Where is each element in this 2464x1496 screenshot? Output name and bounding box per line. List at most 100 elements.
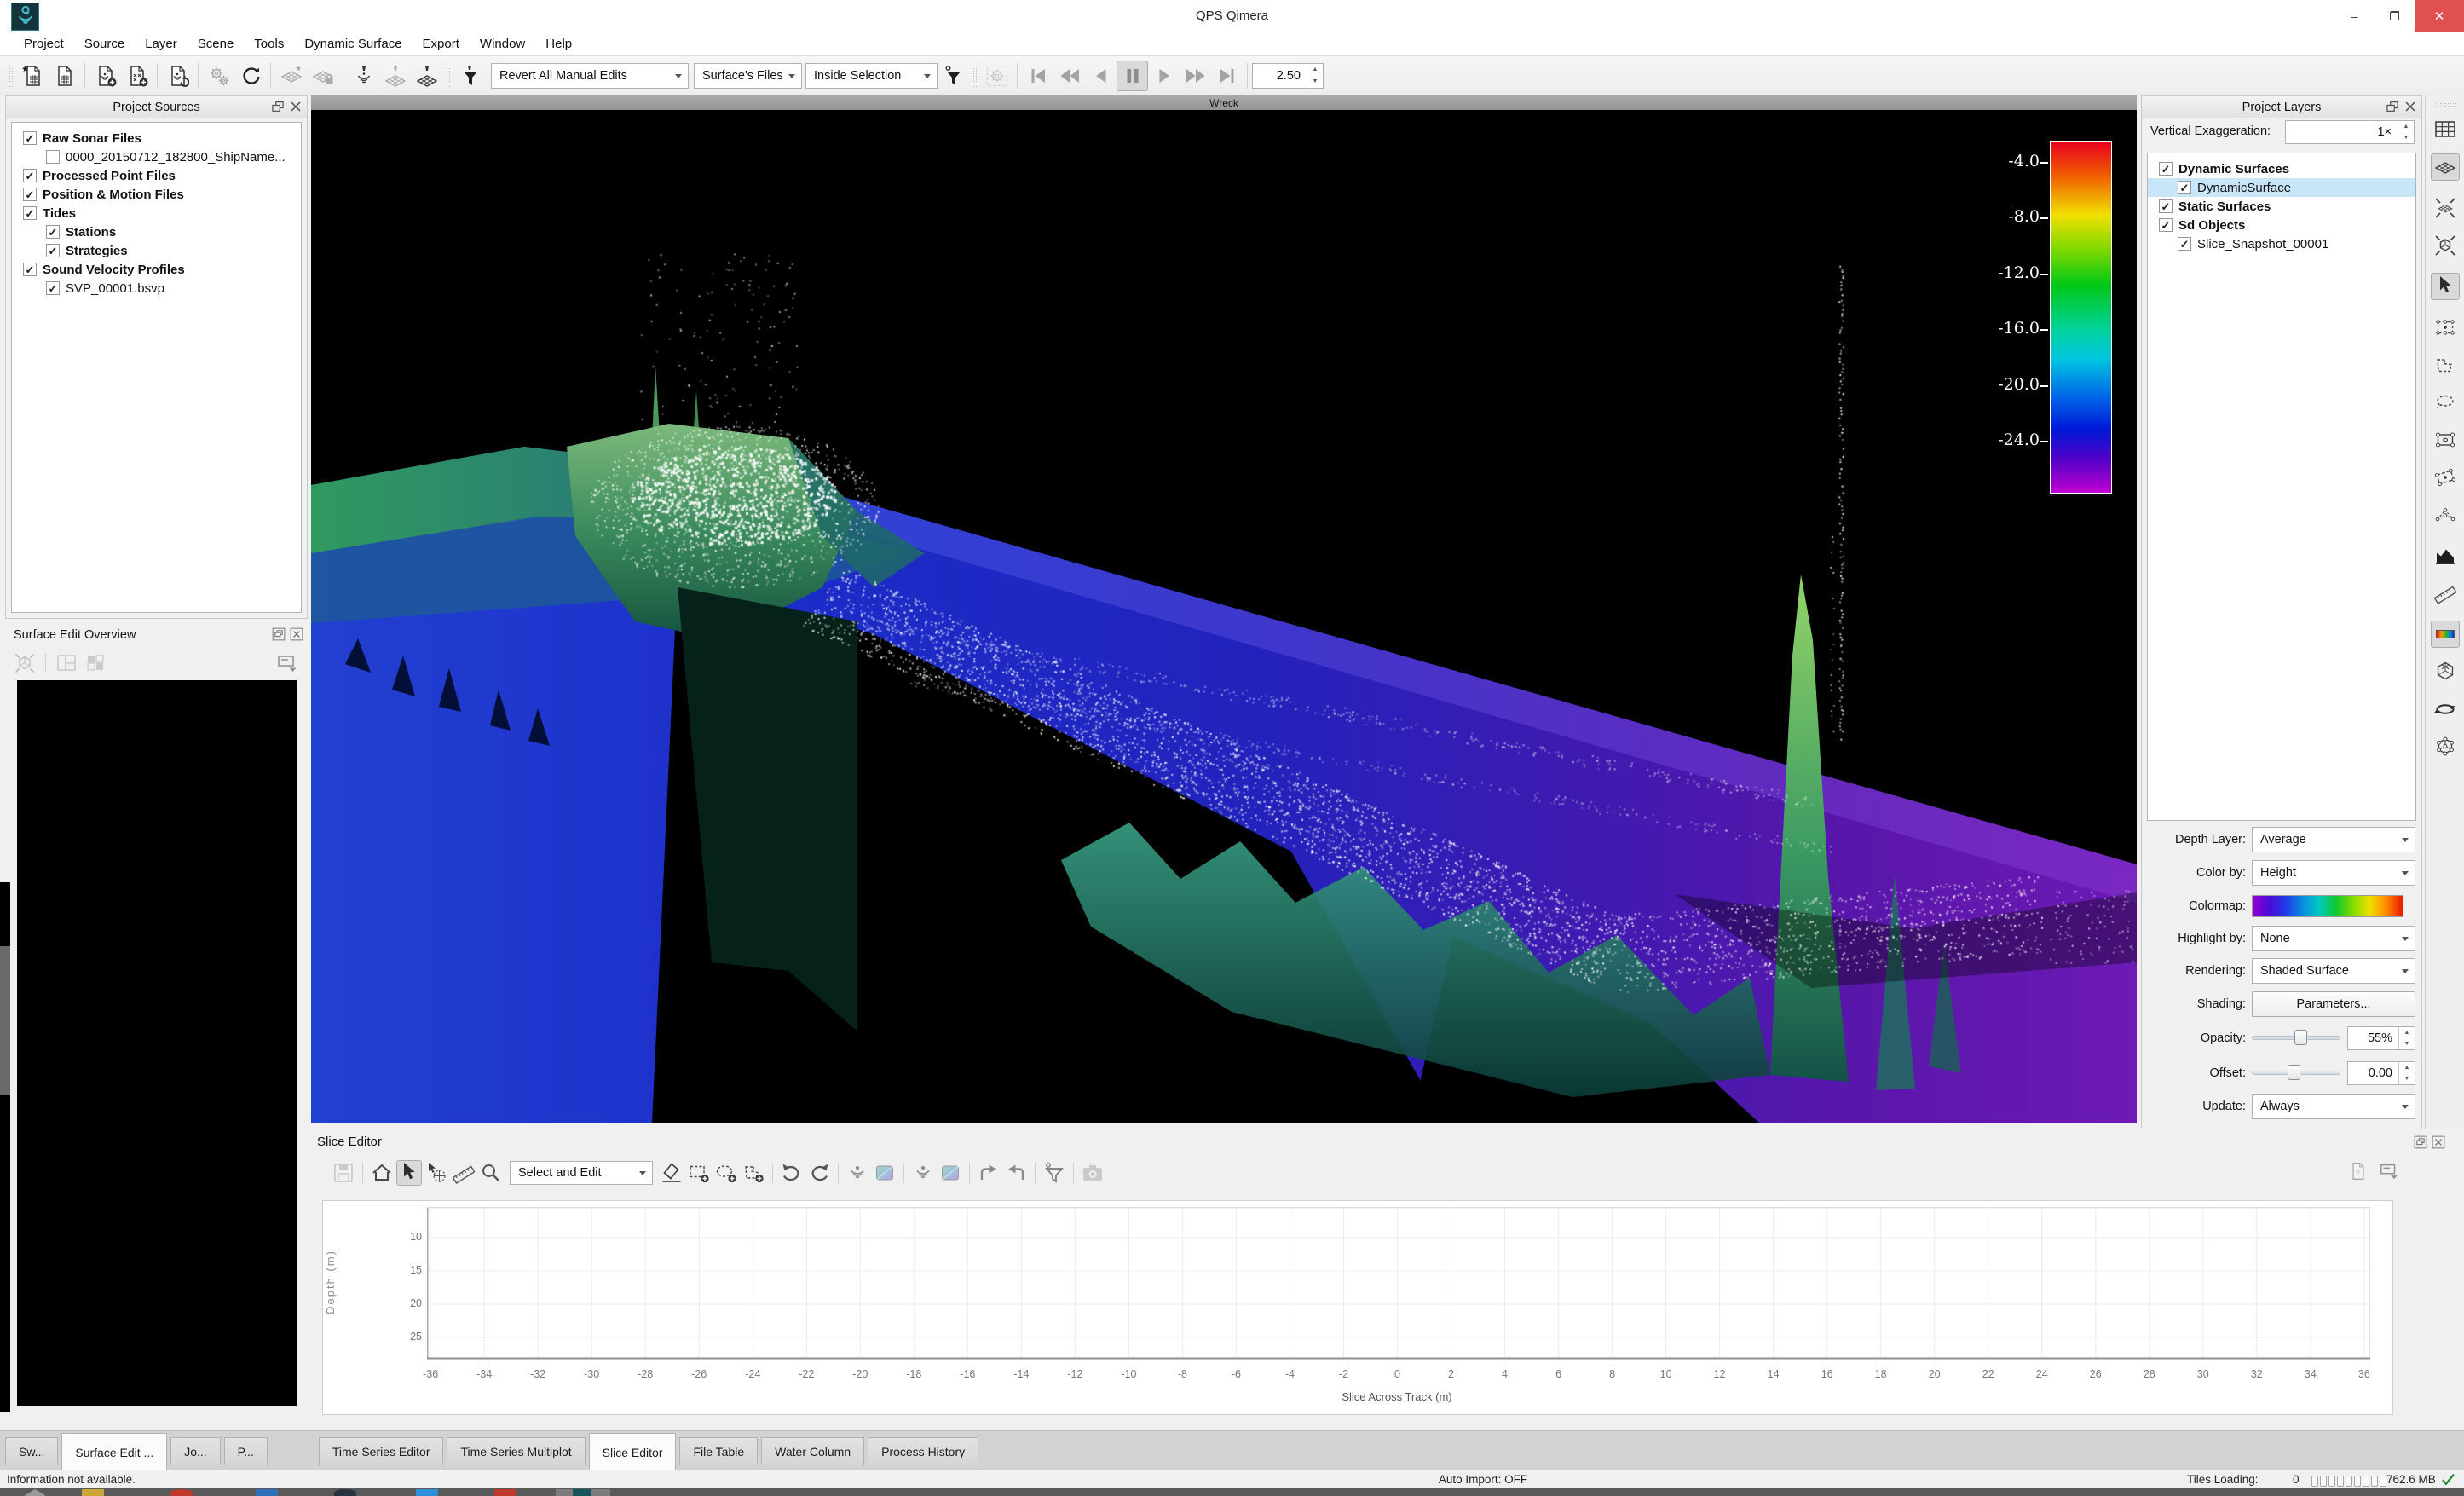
add-processed-points-icon[interactable] xyxy=(121,61,153,91)
checkbox[interactable]: ✓ xyxy=(2178,237,2191,251)
process-settings-icon[interactable] xyxy=(203,61,234,91)
taskbar-app-icon[interactable] xyxy=(494,1489,516,1496)
help-icon[interactable]: ? xyxy=(2349,1161,2368,1181)
next-slice-icon[interactable] xyxy=(976,1160,1001,1186)
checkbox[interactable]: ✓ xyxy=(23,131,37,145)
tree-item-processed-point-files[interactable]: ✓Processed Point Files xyxy=(12,166,301,185)
close-panel-icon[interactable] xyxy=(290,627,303,641)
pointer-tool-icon[interactable] xyxy=(2431,273,2460,300)
checkbox[interactable]: ✓ xyxy=(46,281,60,295)
checkbox[interactable]: ✓ xyxy=(46,225,60,239)
step-back-icon[interactable] xyxy=(1085,61,1117,91)
plane-tool-icon[interactable] xyxy=(2431,426,2460,453)
tree-item-svp-file[interactable]: ✓SVP_00001.bsvp xyxy=(12,279,301,297)
menu-help[interactable]: Help xyxy=(535,33,582,55)
edit-soundings-icon[interactable] xyxy=(348,61,379,91)
tree-item-stations[interactable]: ✓Stations xyxy=(12,222,301,241)
edit-surface-icon[interactable] xyxy=(411,61,442,91)
menu-scene[interactable]: Scene xyxy=(188,33,245,55)
opacity-spinner[interactable]: 55% ▲▼ xyxy=(2347,1026,2415,1050)
zoom-to-extents-icon[interactable] xyxy=(2431,232,2460,259)
update-combo[interactable]: Always xyxy=(2252,1094,2415,1119)
pick-tool-icon[interactable] xyxy=(424,1160,449,1186)
float-panel-icon[interactable] xyxy=(271,100,285,113)
reject-surface-icon[interactable] xyxy=(938,1160,963,1186)
tree-item-sonar-file[interactable]: 0000_20150712_182800_ShipName... xyxy=(12,147,301,166)
layout-tiles-icon[interactable] xyxy=(83,650,108,676)
tab-water-column[interactable]: Water Column xyxy=(761,1437,864,1465)
checkbox[interactable]: ✓ xyxy=(2159,162,2173,176)
slice-plot[interactable]: Depth (m) 10152025 -36-34-32-30-28-26-24… xyxy=(322,1200,2393,1415)
accept-surface-icon[interactable] xyxy=(872,1160,897,1186)
toolbar-grip[interactable] xyxy=(972,65,978,87)
pause-icon[interactable] xyxy=(1117,61,1148,91)
restore-button[interactable] xyxy=(2375,0,2415,32)
taskbar-app-icon[interactable] xyxy=(416,1489,438,1496)
close-panel-icon[interactable] xyxy=(289,100,303,113)
tilted-plane-tool-icon[interactable] xyxy=(2431,464,2460,491)
rectangle-select-icon[interactable] xyxy=(2431,314,2460,341)
point-select-icon[interactable] xyxy=(2431,501,2460,529)
windows-taskbar[interactable] xyxy=(0,1488,2464,1496)
shading-parameters-button[interactable]: Parameters... xyxy=(2252,991,2415,1017)
tab-swath[interactable]: Sw... xyxy=(5,1437,58,1465)
polygon-select-add-icon[interactable] xyxy=(741,1160,766,1186)
checkbox[interactable]: ✓ xyxy=(23,169,37,182)
tree-item-strategies[interactable]: ✓Strategies xyxy=(12,241,301,260)
lasso-select-icon[interactable] xyxy=(2431,389,2460,416)
panel-menu-icon[interactable] xyxy=(2380,1161,2400,1181)
taskbar-qimera-icon[interactable] xyxy=(573,1489,591,1496)
selection-settings-icon[interactable] xyxy=(981,61,1013,91)
close-panel-icon[interactable] xyxy=(2432,1135,2445,1149)
tab-time-series-editor[interactable]: Time Series Editor xyxy=(319,1437,444,1465)
checkbox[interactable]: ✓ xyxy=(2159,199,2173,213)
lasso-select-add-icon[interactable] xyxy=(713,1160,739,1186)
new-project-icon[interactable] xyxy=(17,61,49,91)
new-surface-icon[interactable] xyxy=(275,61,307,91)
checkbox[interactable]: ✓ xyxy=(23,206,37,220)
spin-up-icon[interactable]: ▲ xyxy=(2398,121,2414,132)
open-project-icon[interactable] xyxy=(49,61,80,91)
accept-soundings-icon[interactable] xyxy=(845,1160,870,1186)
menu-window[interactable]: Window xyxy=(470,33,535,55)
rewind-icon[interactable] xyxy=(1053,61,1085,91)
tab-slice-editor[interactable]: Slice Editor xyxy=(589,1433,677,1470)
tree-item-tides[interactable]: ✓Tides xyxy=(12,204,301,222)
zoom-tool-icon[interactable] xyxy=(478,1160,504,1186)
zoom-to-surface-icon[interactable] xyxy=(2431,194,2460,222)
tree-item-slice-snapshot[interactable]: ✓Slice_Snapshot_00001 xyxy=(2148,234,2415,253)
fast-forward-icon[interactable] xyxy=(1180,61,1211,91)
scene-viewport[interactable]: Wreck xyxy=(311,95,2137,1123)
tree-item-raw-sonar-files[interactable]: ✓Raw Sonar Files xyxy=(12,129,301,147)
previous-slice-icon[interactable] xyxy=(1003,1160,1029,1186)
skip-to-end-icon[interactable] xyxy=(1211,61,1243,91)
grid-view-icon[interactable] xyxy=(2431,116,2460,143)
checkbox[interactable]: ✓ xyxy=(2159,218,2173,232)
sync-icon[interactable] xyxy=(234,61,266,91)
play-icon[interactable] xyxy=(1148,61,1180,91)
snapshot-icon[interactable] xyxy=(1080,1160,1105,1186)
menu-export[interactable]: Export xyxy=(413,33,470,55)
skip-to-start-icon[interactable] xyxy=(1022,61,1053,91)
checkbox[interactable]: ✓ xyxy=(46,244,60,257)
taskbar-folder-icon[interactable] xyxy=(82,1489,104,1496)
spin-down-icon[interactable]: ▼ xyxy=(2399,1073,2415,1084)
highlight-by-combo[interactable]: None xyxy=(2252,926,2415,951)
measure-tool-icon[interactable] xyxy=(2431,580,2460,607)
home-view-icon[interactable] xyxy=(369,1160,395,1186)
reload-sources-icon[interactable] xyxy=(162,61,193,91)
tree-item-dynamicsurface-selected[interactable]: ✓DynamicSurface xyxy=(2148,178,2415,197)
toolbar-grip[interactable] xyxy=(2434,102,2456,107)
float-panel-icon[interactable] xyxy=(272,627,286,641)
reject-tool-icon[interactable] xyxy=(659,1160,684,1186)
collapsed-dock-tab[interactable] xyxy=(0,946,10,1095)
menu-layer[interactable]: Layer xyxy=(135,33,188,55)
add-raw-sonar-icon[interactable] xyxy=(89,61,121,91)
tab-job[interactable]: Jo... xyxy=(170,1437,220,1465)
menu-tools[interactable]: Tools xyxy=(244,33,294,55)
menu-project[interactable]: Project xyxy=(14,33,74,55)
minimize-button[interactable]: – xyxy=(2334,0,2375,32)
undo-icon[interactable] xyxy=(779,1160,805,1186)
float-panel-icon[interactable] xyxy=(2386,100,2399,113)
edit-filter-icon[interactable] xyxy=(454,61,486,91)
